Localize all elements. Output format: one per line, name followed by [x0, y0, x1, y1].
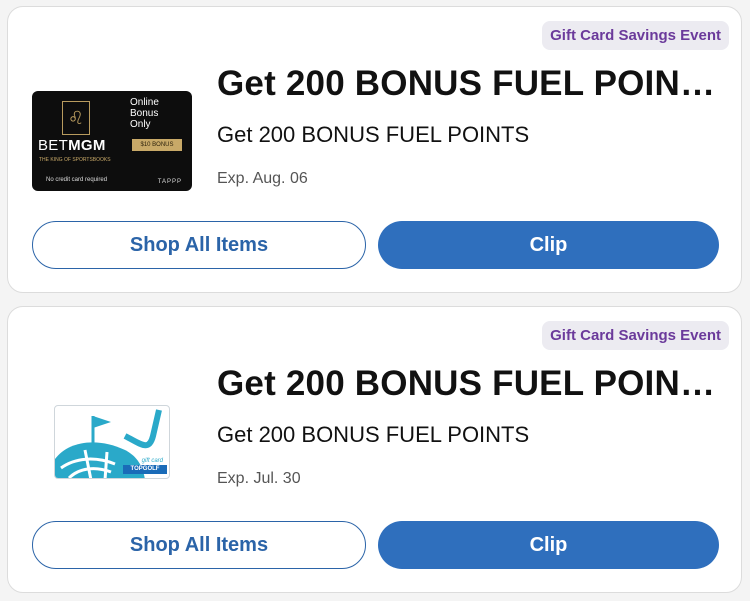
offer-expiry: Exp. Aug. 06 [217, 170, 308, 187]
promo-badge: Gift Card Savings Event [542, 21, 729, 50]
offer-image: gift card TOPGOLF [54, 405, 170, 479]
card-bonus-bar: $10 BONUS [132, 139, 182, 151]
offer-card: Gift Card Savings Event ♌ BETMGM THE KIN… [7, 6, 742, 293]
clip-button[interactable]: Clip [378, 221, 719, 269]
betmgm-gift-card-image: ♌ BETMGM THE KING OF SPORTSBOOKS Online … [32, 91, 192, 191]
offer-subtitle: Get 200 BONUS FUEL POINTS [217, 122, 530, 147]
card-online-text: Online Bonus Only [130, 97, 159, 130]
topgolf-brand: TOPGOLF [123, 465, 167, 474]
card-tagline: THE KING OF SPORTSBOOKS [39, 157, 111, 163]
lion-logo-icon: ♌ [62, 101, 90, 135]
offer-image: ♌ BETMGM THE KING OF SPORTSBOOKS Online … [32, 91, 192, 191]
card-fine-print: No credit card required [46, 177, 108, 183]
card-partner: TAPPP [157, 179, 182, 185]
card-brand: BETMGM [38, 137, 106, 154]
topgolf-gift-card-image: gift card TOPGOLF [54, 405, 170, 479]
clip-button[interactable]: Clip [378, 521, 719, 569]
gift-card-label: gift card [141, 458, 163, 464]
offer-expiry: Exp. Jul. 30 [217, 470, 301, 487]
shop-all-items-button[interactable]: Shop All Items [32, 221, 366, 269]
offer-subtitle: Get 200 BONUS FUEL POINTS [217, 422, 530, 447]
shop-all-items-button[interactable]: Shop All Items [32, 521, 366, 569]
offer-title[interactable]: Get 200 BONUS FUEL POINTS [217, 364, 717, 404]
promo-badge: Gift Card Savings Event [542, 321, 729, 350]
offer-card: Gift Card Savings Event gift card TOPGOL… [7, 306, 742, 593]
offer-title[interactable]: Get 200 BONUS FUEL POINTS [217, 64, 717, 104]
